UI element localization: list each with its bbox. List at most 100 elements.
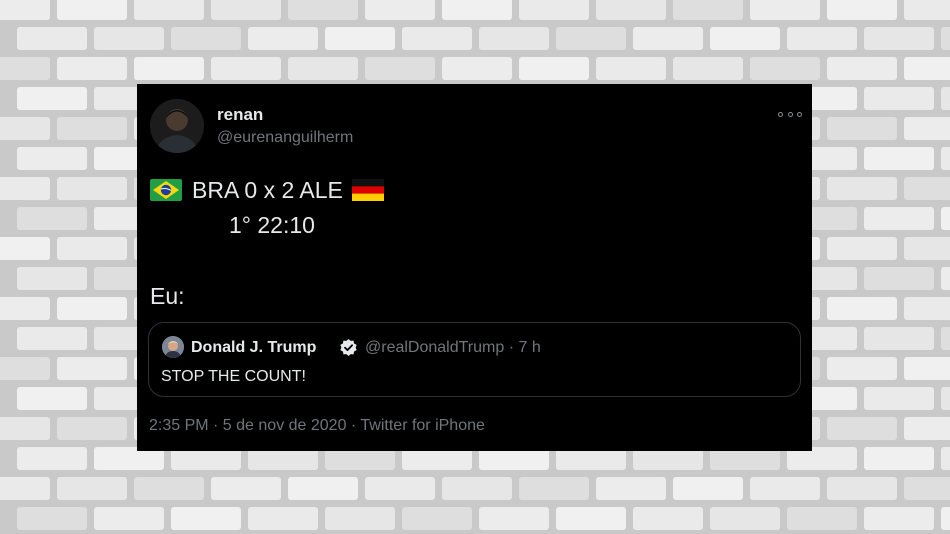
brick	[57, 417, 127, 440]
brick	[248, 507, 318, 530]
brick	[57, 357, 127, 380]
brick	[904, 477, 950, 500]
brick	[904, 177, 950, 200]
brick	[57, 237, 127, 260]
brick	[787, 27, 857, 50]
brick	[904, 297, 950, 320]
quoted-meta[interactable]: @realDonaldTrump · 7 h	[365, 338, 541, 358]
brick	[325, 27, 395, 50]
brick	[864, 87, 934, 110]
brick	[941, 387, 950, 410]
brick	[0, 417, 50, 440]
brick	[864, 507, 934, 530]
score-line: BRA 0 x 2 ALE	[150, 176, 384, 204]
brick	[787, 507, 857, 530]
brick	[904, 0, 950, 20]
brick	[864, 387, 934, 410]
brick	[365, 0, 435, 20]
brick	[17, 387, 87, 410]
brick	[17, 147, 87, 170]
brick	[442, 477, 512, 500]
brick	[442, 57, 512, 80]
brick	[211, 57, 281, 80]
brick	[479, 27, 549, 50]
match-time-text: 1° 22:10	[229, 212, 315, 238]
quoted-author-avatar[interactable]	[162, 336, 184, 358]
brick	[827, 177, 897, 200]
brick	[827, 357, 897, 380]
quoted-tweet[interactable]: Donald J. Trump @realDonaldTrump · 7 h S…	[148, 322, 801, 397]
brick	[556, 507, 626, 530]
brazil-flag-icon	[150, 179, 182, 201]
brick	[827, 297, 897, 320]
brick	[171, 507, 241, 530]
brick	[827, 477, 897, 500]
brick	[941, 267, 950, 290]
brick	[288, 57, 358, 80]
brick	[17, 507, 87, 530]
more-dot	[797, 111, 802, 117]
brick	[904, 117, 950, 140]
brick	[827, 237, 897, 260]
brick	[596, 0, 666, 20]
brick	[827, 417, 897, 440]
brick	[57, 297, 127, 320]
brick	[0, 0, 50, 20]
avatar-image	[150, 99, 204, 153]
brick	[94, 27, 164, 50]
tweet-timestamp[interactable]: 2:35 PM · 5 de nov de 2020 · Twitter for…	[149, 416, 485, 436]
quoted-author-name[interactable]: Donald J. Trump	[191, 338, 316, 358]
brick	[134, 0, 204, 20]
author-display-name[interactable]: renan	[217, 105, 263, 125]
brick	[941, 207, 950, 230]
brick	[750, 57, 820, 80]
brick	[0, 237, 50, 260]
brick	[17, 447, 87, 470]
brick	[288, 0, 358, 20]
brick	[17, 27, 87, 50]
brick	[904, 357, 950, 380]
brick	[556, 27, 626, 50]
brick	[864, 147, 934, 170]
brick	[633, 27, 703, 50]
author-handle[interactable]: @eurenanguilherm	[217, 128, 353, 148]
brick	[673, 57, 743, 80]
brick	[596, 57, 666, 80]
brick	[710, 27, 780, 50]
reaction-text: Eu:	[150, 283, 185, 309]
tweet-card[interactable]: renan @eurenanguilherm BRA 0 x 2 ALE 1° …	[137, 84, 812, 451]
brick	[0, 117, 50, 140]
brick	[0, 57, 50, 80]
brick	[94, 507, 164, 530]
brick	[17, 327, 87, 350]
user-avatar[interactable]	[150, 99, 204, 153]
brick	[134, 57, 204, 80]
brick	[519, 477, 589, 500]
brick	[248, 27, 318, 50]
brick	[864, 327, 934, 350]
brick	[596, 477, 666, 500]
brick	[211, 477, 281, 500]
brick	[0, 297, 50, 320]
brick	[941, 27, 950, 50]
brick	[864, 267, 934, 290]
brick	[827, 0, 897, 20]
quoted-text: STOP THE COUNT!	[161, 368, 306, 385]
brick	[519, 57, 589, 80]
brick	[673, 477, 743, 500]
brick	[17, 267, 87, 290]
brick	[827, 117, 897, 140]
brick	[17, 207, 87, 230]
brick	[171, 27, 241, 50]
brick	[941, 327, 950, 350]
more-dot	[778, 111, 783, 117]
brick	[325, 507, 395, 530]
brick	[750, 477, 820, 500]
verified-badge-icon	[340, 338, 357, 357]
germany-flag-icon	[351, 179, 384, 201]
brick	[0, 177, 50, 200]
more-dot	[787, 111, 793, 117]
more-options-icon[interactable]	[778, 106, 802, 122]
brick	[17, 87, 87, 110]
brick	[0, 357, 50, 380]
